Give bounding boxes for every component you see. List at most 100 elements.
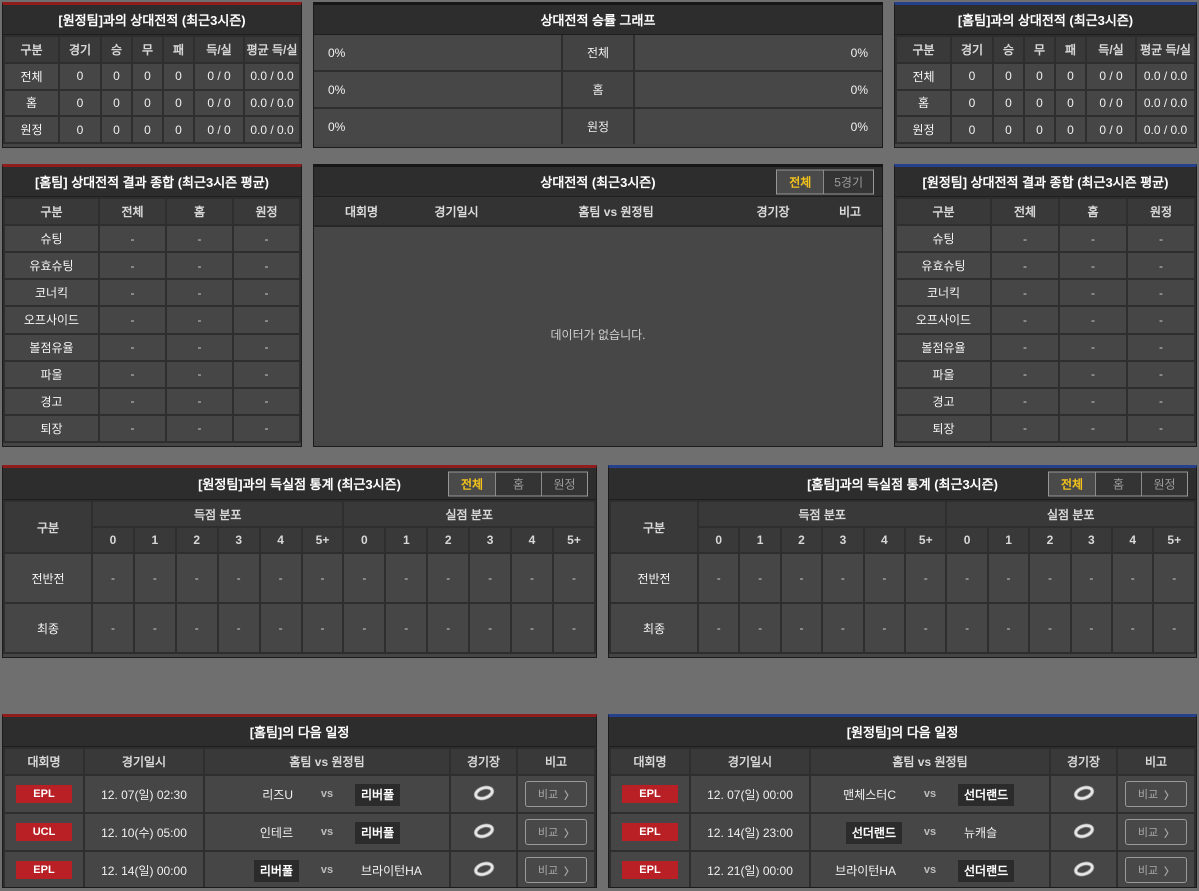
stat-cell: 0 / 0 (194, 116, 244, 143)
league-badge: EPL (16, 861, 72, 879)
stat-cell: - (511, 553, 553, 603)
stat-cell: 0.0 / 0.0 (244, 90, 300, 117)
match-datetime: 12. 07(일) 02:30 (84, 775, 204, 813)
league-cell: UCL (4, 813, 84, 851)
row-label: 홈 (896, 90, 951, 117)
compare-button[interactable]: 비교〉 (1125, 781, 1187, 807)
stat-row: 파울 - - - (4, 361, 300, 388)
stat-cell: - (1112, 603, 1153, 653)
compare-button[interactable]: 비교〉 (525, 819, 587, 845)
column-header: 경기장 (1050, 748, 1117, 775)
stat-cell: - (218, 553, 260, 603)
row-label: 오프사이드 (896, 306, 991, 333)
stat-cell: 0 (101, 63, 132, 90)
row-label: 경고 (896, 388, 991, 415)
stat-cell: - (260, 603, 302, 653)
match-datetime: 12. 14(일) 00:00 (84, 851, 204, 888)
winrate-row-label: 원정 (561, 109, 635, 144)
stat-cell: - (991, 252, 1059, 279)
stat-cell: - (905, 553, 946, 603)
bin-header: 1 (385, 527, 427, 553)
stat-row: 홈 0 0 0 0 0 / 0 0.0 / 0.0 (4, 90, 300, 117)
stadium-icon[interactable] (1072, 860, 1096, 878)
note-cell: 비교〉 (1117, 775, 1195, 813)
stat-cell: - (946, 603, 987, 653)
venue-cell (1050, 775, 1117, 813)
stat-row: 최종 - - - - - - - - - - - - (4, 603, 595, 653)
bin-header: 5+ (1153, 527, 1195, 553)
bin-header: 0 (698, 527, 739, 553)
column-header: 경기일시 (84, 748, 204, 775)
compare-button[interactable]: 비교〉 (1125, 819, 1187, 845)
stat-cell: - (988, 553, 1029, 603)
stat-cell: - (739, 603, 780, 653)
stat-cell: 0 (163, 63, 194, 90)
stat-cell: - (1153, 553, 1195, 603)
stat-cell: - (1029, 603, 1070, 653)
league-cell: EPL (610, 813, 690, 851)
stat-row: 퇴장 - - - (896, 415, 1195, 442)
stat-cell: - (385, 553, 427, 603)
stat-cell: 0 (993, 63, 1024, 90)
winrate-row: 0% 원정 0% (314, 109, 882, 144)
column-header: 전체 (991, 198, 1059, 225)
winrate-graph-header: 상대전적 승률 그래프 (314, 5, 882, 35)
vs-label: vs (902, 788, 958, 800)
stadium-icon[interactable] (472, 822, 496, 840)
stat-cell: - (233, 388, 300, 415)
tab-filter[interactable]: 홈 (1095, 472, 1141, 495)
bin-header: 3 (1071, 527, 1112, 553)
tab-filter[interactable]: 전체 (777, 170, 823, 193)
stat-cell: 0 (163, 116, 194, 143)
bin-header: 2 (427, 527, 469, 553)
compare-button[interactable]: 비교〉 (525, 781, 587, 807)
panel-title: [원정팀] 상대전적 결과 종합 (최근3시즌 평균) (923, 172, 1169, 191)
schedule-row: EPL 12. 07(일) 00:00 맨체스터C vs 선더랜드 (610, 775, 1195, 813)
match-datetime: 12. 07(일) 00:00 (690, 775, 810, 813)
tab-filter[interactable]: 원정 (1141, 472, 1187, 495)
tab-filter[interactable]: 원정 (541, 472, 587, 495)
stat-cell: - (99, 225, 166, 252)
column-header: 경기일시 (409, 203, 504, 220)
stadium-icon[interactable] (472, 860, 496, 878)
away-team-name: 리버풀 (355, 784, 400, 806)
teams-cell: 선더랜드 vs 뉴캐슬 (810, 813, 1050, 851)
stat-cell: - (991, 415, 1059, 442)
stadium-icon[interactable] (1072, 822, 1096, 840)
stat-row: 전반전 - - - - - - - - - - - - (610, 553, 1195, 603)
row-label: 슈팅 (4, 225, 99, 252)
tab-filter[interactable]: 5경기 (823, 170, 873, 193)
stat-cell: - (864, 603, 905, 653)
stat-cell: - (1059, 361, 1127, 388)
schedule-row: EPL 12. 14(일) 00:00 리버풀 vs 브라이턴HA (4, 851, 595, 888)
compare-button[interactable]: 비교〉 (1125, 857, 1187, 883)
stat-cell: - (988, 603, 1029, 653)
tab-filter[interactable]: 전체 (1049, 472, 1095, 495)
stat-cell: - (166, 361, 233, 388)
stadium-icon[interactable] (1072, 784, 1096, 802)
teams-cell: 인테르 vs 리버풀 (204, 813, 450, 851)
stat-cell: - (99, 388, 166, 415)
vs-label: vs (902, 826, 958, 838)
stat-cell: - (1127, 334, 1195, 361)
tab-filter[interactable]: 전체 (449, 472, 495, 495)
stat-cell: - (302, 553, 344, 603)
chevron-right-icon: 〉 (1164, 863, 1174, 878)
column-header: 승 (101, 36, 132, 63)
stat-cell: 0 (101, 116, 132, 143)
stat-cell: - (822, 553, 863, 603)
compare-button[interactable]: 비교〉 (525, 857, 587, 883)
stat-cell: - (302, 603, 344, 653)
chevron-right-icon: 〉 (1164, 787, 1174, 802)
winrate-row-label: 전체 (561, 35, 635, 70)
chevron-right-icon: 〉 (1164, 825, 1174, 840)
stat-row: 유효슈팅 - - - (896, 252, 1195, 279)
stadium-icon[interactable] (472, 784, 496, 802)
column-header: 패 (163, 36, 194, 63)
winrate-row: 0% 전체 0% (314, 35, 882, 72)
home-team-name: 리즈U (256, 784, 299, 806)
panel-title: [원정팀]의 다음 일정 (847, 722, 959, 741)
column-header: 무 (1024, 36, 1055, 63)
tab-filter[interactable]: 홈 (495, 472, 541, 495)
column-header: 평균 득/실 (244, 36, 300, 63)
